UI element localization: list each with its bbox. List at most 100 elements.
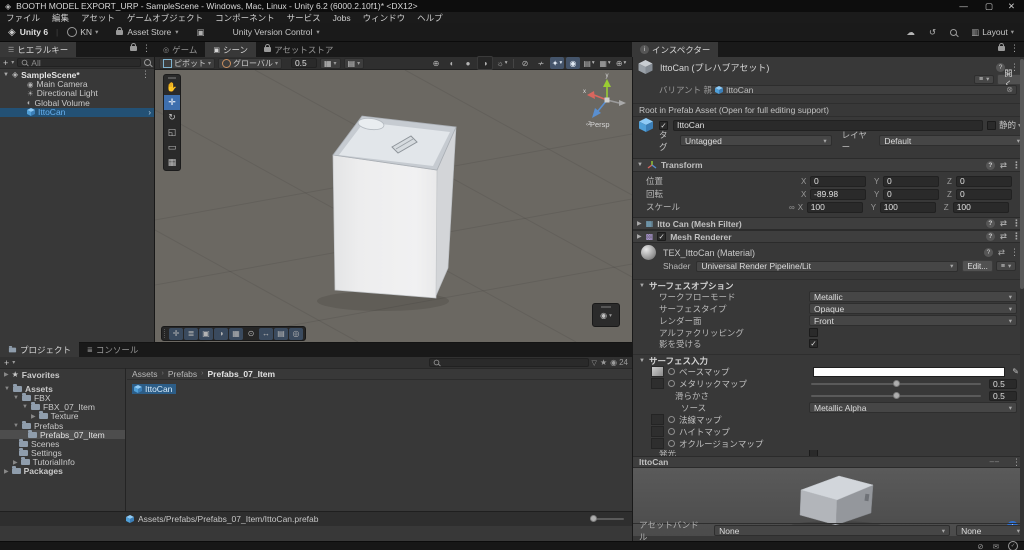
visibility-dropdown-icon[interactable]: ✦ ▾	[550, 57, 564, 69]
thumbnail-size-slider[interactable]	[590, 515, 624, 522]
grid-snap-button[interactable]: ▦ ▾	[319, 57, 341, 69]
position-z-field[interactable]: 0	[956, 175, 1012, 187]
variant-parent-field[interactable]: IttoCan ⊗	[711, 84, 1017, 95]
notifications-muted-icon[interactable]: ⊘	[977, 542, 983, 550]
source-dropdown[interactable]: Metallic Alpha ▾	[809, 402, 1017, 413]
pan-overlay-icon[interactable]: ✛	[169, 327, 183, 340]
foldout-caret[interactable]: ▼	[639, 283, 645, 289]
mute-audio-icon[interactable]: ⊘	[518, 57, 532, 69]
tree-row-packages[interactable]: ▶ Packages	[0, 466, 125, 476]
rotation-y-field[interactable]: 0	[883, 188, 939, 200]
hierarchy-search-input[interactable]: All	[17, 58, 141, 68]
rotation-z-field[interactable]: 0	[956, 188, 1012, 200]
menu-assets[interactable]: アセット	[75, 12, 121, 24]
texture-picker-dot[interactable]	[668, 428, 675, 435]
shader-edit-button[interactable]: Edit...	[962, 260, 993, 272]
scale-tool-button[interactable]: ◱	[164, 125, 180, 140]
metallic-slider[interactable]	[811, 379, 981, 387]
scene-menu-icon[interactable]: ⋮	[141, 69, 154, 80]
project-add-button[interactable]: +	[4, 358, 9, 368]
scene-eye-icon[interactable]: ◉	[566, 57, 580, 69]
foldout-caret[interactable]: ▶	[637, 233, 642, 240]
base-color-swatch[interactable]	[813, 366, 1005, 377]
scale-z-field[interactable]: 100	[952, 201, 1009, 213]
prefab-hierarchy-dropdown[interactable]: ≡ ▾	[974, 74, 995, 84]
texture-picker-dot[interactable]	[668, 368, 675, 375]
menu-window[interactable]: ウィンドウ	[357, 12, 412, 24]
audio-toggle-icon[interactable]: ◑	[477, 56, 493, 70]
version-control-button[interactable]: ▣ Unity Version Control ▾	[188, 27, 329, 38]
shader-dropdown[interactable]: Universal Render Pipeline/Lit ▾	[696, 260, 959, 272]
scene-viewport[interactable]: ✋ ✛ ↻ ◱ ▭ ▦ y x z ‹ Persp ◉ ▾ ✛ ≣ ▣ ◑ ▦ …	[154, 69, 633, 351]
tab-scene[interactable]: ▣ シーン	[205, 42, 257, 57]
preset-icon[interactable]: ⇄	[1000, 231, 1007, 242]
favorites-row[interactable]: ▶ ★ Favorites	[0, 370, 125, 380]
metallic-map-thumbnail[interactable]	[651, 378, 664, 389]
help-icon[interactable]: ?	[985, 219, 995, 228]
tab-console[interactable]: ≣ コンソール	[79, 342, 146, 357]
occlusion-map-thumbnail[interactable]	[651, 438, 664, 449]
mesh-filter-header[interactable]: ▶ ▦ Itto Can (Mesh Filter) ? ⇄ ⋮	[633, 217, 1024, 230]
asset-store-button[interactable]: Asset Store ▾	[107, 26, 187, 37]
scale-link-icon[interactable]: ∞	[789, 203, 795, 212]
camera-dropdown-icon[interactable]: ▤ ▾	[582, 57, 596, 69]
tab-project[interactable]: プロジェクト	[0, 342, 80, 357]
lighting-overlay-icon[interactable]: ◑	[214, 327, 228, 340]
menu-jobs[interactable]: Jobs	[327, 13, 357, 23]
hierarchy-row-scene[interactable]: ▼ ◈ SampleScene* ⋮	[0, 69, 154, 80]
preset-icon[interactable]: ⇄	[998, 247, 1005, 258]
asset-bundle-variant-dropdown[interactable]: None ▾	[956, 525, 1024, 536]
mesh-renderer-header[interactable]: ▶ ▩ ✓ Mesh Renderer ? ⇄ ⋮	[633, 230, 1024, 243]
snap-overlay-icon[interactable]: ▤	[274, 327, 288, 340]
cloud-icon[interactable]: ☁	[907, 27, 916, 38]
hierarchy-menu-icon[interactable]: ⋮	[142, 43, 151, 54]
menu-file[interactable]: ファイル	[0, 12, 46, 24]
project-search-input[interactable]	[428, 358, 589, 367]
menu-services[interactable]: サービス	[281, 12, 327, 24]
account-button[interactable]: KN ▾	[58, 27, 107, 37]
globe-overlay-icon[interactable]: ◎	[289, 327, 303, 340]
scale-y-field[interactable]: 100	[879, 201, 936, 213]
render-face-dropdown[interactable]: Front ▾	[809, 315, 1017, 326]
static-checkbox[interactable]	[987, 120, 996, 130]
tab-hierarchy[interactable]: ☰ ヒエラルキー	[0, 42, 77, 57]
pivot-dropdown[interactable]: ピボット ▾	[159, 57, 216, 69]
shader-options-dropdown[interactable]: ≡ ▾	[995, 261, 1017, 271]
metallic-value-field[interactable]: 0.5	[989, 378, 1017, 389]
hand-tool-button[interactable]: ✋	[164, 80, 180, 95]
search-icon[interactable]	[950, 28, 958, 36]
gizmos-dropdown-icon[interactable]: ⊕ ▾	[614, 57, 628, 69]
hierarchy-row-main-camera[interactable]: ◉ Main Camera	[0, 79, 154, 89]
texture-picker-dot[interactable]	[668, 416, 675, 423]
menu-component[interactable]: コンポーネント	[209, 12, 281, 24]
transform-tool-button[interactable]: ▦	[164, 155, 180, 170]
inspector-menu-icon[interactable]: ⋮	[1010, 43, 1019, 54]
search-type-icon[interactable]: ▽	[592, 359, 597, 367]
breadcrumb-assets[interactable]: Assets	[132, 369, 158, 379]
tab-game[interactable]: ◎ ゲーム	[155, 42, 205, 57]
alpha-clipping-checkbox[interactable]	[809, 328, 818, 337]
increment-snap-button[interactable]: ▤ ▾	[343, 57, 365, 69]
preset-icon[interactable]: ⇄	[1000, 160, 1007, 171]
layers-overlay-icon[interactable]: ≣	[184, 327, 198, 340]
console-message-icon[interactable]: ✉	[993, 542, 999, 550]
material-menu-icon[interactable]: ⋮	[1010, 247, 1019, 258]
foldout-caret[interactable]: ▼	[637, 162, 643, 168]
global-dropdown[interactable]: グローバル ▾	[218, 57, 282, 69]
breadcrumb-prefabs[interactable]: Prefabs	[168, 369, 197, 379]
gizmo-fx-icon[interactable]: ≁	[534, 57, 548, 69]
normal-map-thumbnail[interactable]	[651, 414, 664, 425]
receive-shadows-checkbox[interactable]: ✓	[809, 339, 818, 348]
undo-history-icon[interactable]: ↺	[929, 27, 936, 38]
position-x-field[interactable]: 0	[810, 175, 866, 187]
cloth-overlay-icon[interactable]: ▦	[229, 327, 243, 340]
zoom-overlay-icon[interactable]: ⊙	[244, 328, 258, 340]
tab-inspector[interactable]: i インスペクター	[632, 42, 719, 57]
mesh-renderer-checkbox[interactable]: ✓	[657, 232, 667, 241]
clear-variant-icon[interactable]: ⊗	[1006, 85, 1013, 94]
surface-type-dropdown[interactable]: Opaque ▾	[809, 303, 1017, 314]
camera-settings-overlay-icon[interactable]: ▣	[199, 327, 213, 340]
workflow-dropdown[interactable]: Metallic ▾	[809, 291, 1017, 302]
tree-row-assets[interactable]: ▼ Assets	[0, 383, 125, 394]
hierarchy-filter-icon[interactable]	[144, 59, 151, 66]
